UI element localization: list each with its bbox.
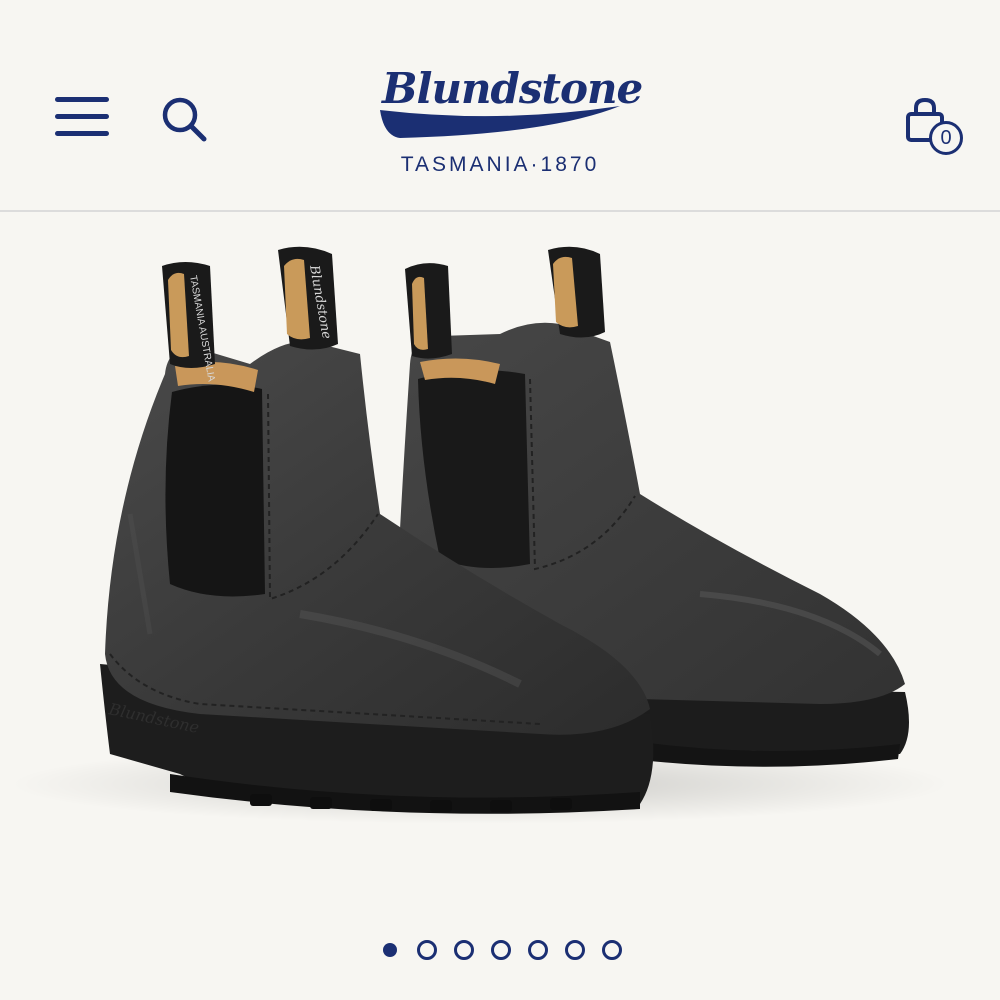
carousel-dot-6[interactable] <box>565 940 585 960</box>
brand-logo[interactable]: Blundstone <box>370 52 643 152</box>
menu-button[interactable] <box>50 92 114 144</box>
product-image[interactable]: TASMANIA AUSTRALIA Blundstone Blundstone <box>0 214 1000 914</box>
search-button[interactable] <box>154 90 214 150</box>
hamburger-menu-icon <box>55 96 109 136</box>
chelsea-boots-illustration: TASMANIA AUSTRALIA Blundstone Blundstone <box>10 246 950 824</box>
image-carousel-dots <box>380 938 622 962</box>
brand-swoosh-icon <box>380 106 620 138</box>
search-icon <box>162 97 207 141</box>
cart-count-badge: 0 <box>929 121 963 155</box>
carousel-dot-5[interactable] <box>528 940 548 960</box>
carousel-dot-4[interactable] <box>491 940 511 960</box>
carousel-dot-1[interactable] <box>383 943 397 957</box>
brand-tagline: TASMANIA·1870 <box>400 153 600 176</box>
carousel-dot-3[interactable] <box>454 940 474 960</box>
carousel-dot-7[interactable] <box>602 940 622 960</box>
site-header: Blundstone TASMANIA·1870 0 <box>0 0 1000 212</box>
carousel-dot-2[interactable] <box>417 940 437 960</box>
